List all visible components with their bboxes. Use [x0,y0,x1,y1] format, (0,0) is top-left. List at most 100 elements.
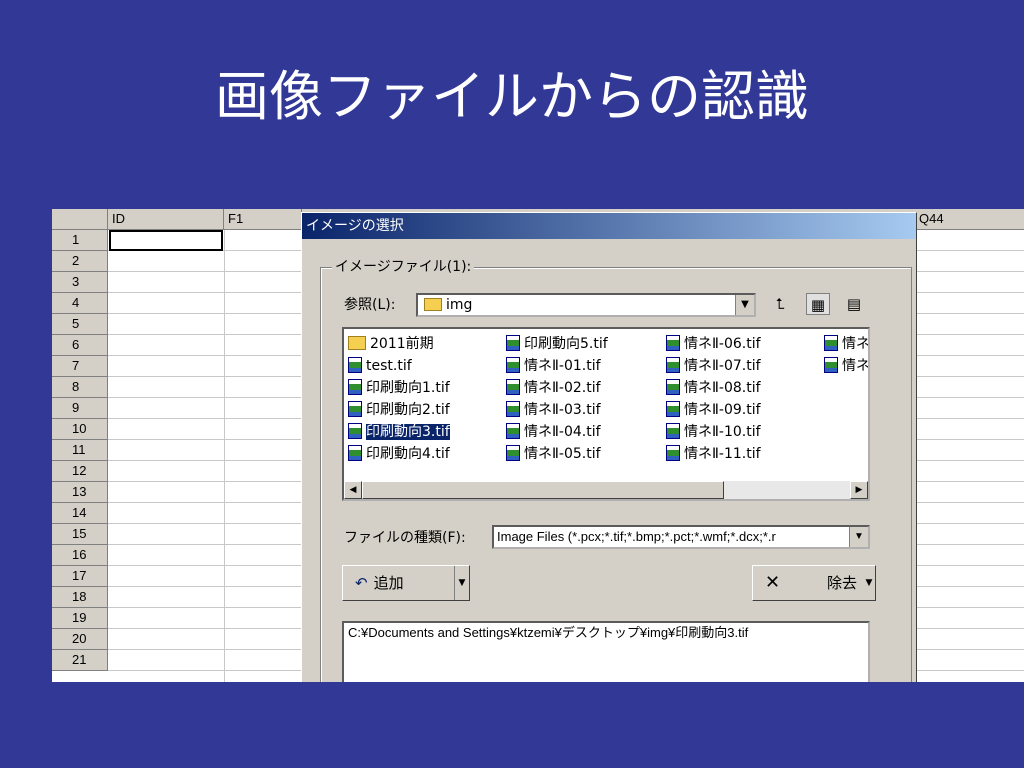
row-number[interactable]: 10 [52,419,108,440]
image-file-icon [666,379,680,395]
row-number[interactable]: 19 [52,608,108,629]
file-list-item[interactable]: 情ネⅡ-10.tif [666,421,761,443]
file-list-item[interactable]: 情ネ [824,333,868,355]
row-number[interactable]: 17 [52,566,108,587]
image-file-icon [348,379,362,395]
file-list-item[interactable]: 2011前期 [348,333,434,355]
row-number[interactable]: 11 [52,440,108,461]
row-number[interactable]: 7 [52,356,108,377]
image-file-icon [506,379,520,395]
dialog-title: イメージの選択 [306,218,404,234]
corner-cell[interactable] [52,209,108,229]
screenshot-area: ID F1 Q44 1 2 3 4 5 6 7 8 9 10 11 12 13 14 15 16 17 18 19 2… [52,209,1024,682]
row-number[interactable]: 6 [52,335,108,356]
column-header-f1[interactable]: F1 [224,209,302,229]
row-number[interactable]: 8 [52,377,108,398]
file-name: 情ネⅡ-06.tif [684,336,761,352]
file-name: 印刷動向1.tif [366,380,450,396]
row-number[interactable]: 4 [52,293,108,314]
row-number[interactable]: 12 [52,461,108,482]
scrollbar-thumb[interactable] [362,481,724,499]
file-list-item[interactable]: 情ネⅡ-03.tif [506,399,601,421]
image-file-icon [348,445,362,461]
close-icon: ✕ [765,572,781,593]
file-list-item[interactable]: 情ネⅡ-02.tif [506,377,601,399]
file-name: 2011前期 [370,336,434,352]
file-list-item[interactable]: 情ネⅡ-05.tif [506,443,601,465]
row-number[interactable]: 16 [52,545,108,566]
image-select-dialog: イメージの選択 イメージファイル(1): 参照(L): img ▼ ⮤ ▦ ▤ … [301,212,917,682]
folder-icon [348,336,366,350]
file-list-item[interactable]: 情ネⅡ-08.tif [666,377,761,399]
scroll-left-icon[interactable]: ◀ [344,481,362,499]
lookin-value: img [446,297,473,313]
up-folder-icon[interactable]: ⮤ [768,293,792,315]
chevron-down-icon[interactable]: ▼ [849,527,868,547]
file-name: 情ネⅡ-08.tif [684,380,761,396]
image-file-icon [666,445,680,461]
file-name: 印刷動向4.tif [366,446,450,462]
image-file-icon [666,335,680,351]
file-list-item[interactable]: 情ネⅡ-04.tif [506,421,601,443]
file-list-item[interactable]: 印刷動向3.tif [348,421,451,443]
file-list-item[interactable]: 印刷動向1.tif [348,377,450,399]
row-number[interactable]: 5 [52,314,108,335]
remove-button[interactable]: ✕ 除去 ▼ [752,565,876,601]
file-list-item[interactable]: 印刷動向2.tif [348,399,450,421]
file-list-item[interactable]: 印刷動向4.tif [348,443,450,465]
file-list-item[interactable]: 情ネⅡ-11.tif [666,443,761,465]
lookin-label: 参照(L): [344,297,396,313]
row-number[interactable]: 15 [52,524,108,545]
image-file-icon [506,357,520,373]
path-field[interactable]: C:¥Documents and Settings¥ktzemi¥デスクトップ¥… [342,621,870,682]
row-number[interactable]: 2 [52,251,108,272]
add-dropdown-icon[interactable]: ▼ [454,566,469,600]
image-file-group-label: イメージファイル(1): [332,257,475,277]
image-file-icon [506,423,520,439]
lookin-combo[interactable]: img ▼ [416,293,756,317]
file-name: 印刷動向2.tif [366,402,450,418]
file-name: 情ネⅡ-09.tif [684,402,761,418]
file-name: test.tif [366,358,412,374]
horizontal-scrollbar[interactable]: ◀ ▶ [344,481,868,499]
file-name: 情ネⅡ-10.tif [684,424,761,440]
slide-title: 画像ファイルからの認識 [215,65,809,128]
file-list-item[interactable]: 情ネⅡ-07.tif [666,355,761,377]
file-list-item[interactable]: 情ネⅡ-09.tif [666,399,761,421]
file-list-item[interactable]: 情ネⅡ-06.tif [666,333,761,355]
file-list-item[interactable]: test.tif [348,355,412,377]
active-cell[interactable] [109,230,223,251]
details-view-icon[interactable]: ▤ [842,293,866,315]
filetype-label: ファイルの種類(F): [344,530,466,546]
file-name: 情ネⅡ-11.tif [684,446,761,462]
scroll-right-icon[interactable]: ▶ [850,481,868,499]
row-number[interactable]: 18 [52,587,108,608]
file-list-item[interactable]: 印刷動向5.tif [506,333,608,355]
remove-dropdown-icon[interactable]: ▼ [863,566,875,600]
row-number[interactable]: 21 [52,650,108,671]
column-header-id[interactable]: ID [108,209,224,229]
image-file-icon [666,423,680,439]
row-number[interactable]: 20 [52,629,108,650]
file-list-item[interactable]: 情ネⅡ-01.tif [506,355,601,377]
list-view-icon[interactable]: ▦ [806,293,830,315]
row-number[interactable]: 13 [52,482,108,503]
file-name: 印刷動向5.tif [524,336,608,352]
row-number[interactable]: 9 [52,398,108,419]
file-list[interactable]: ◀ ▶ 2011前期 test.tif 印刷動向1.tif 印刷動向2.tif 印刷動向… [342,327,870,501]
chevron-down-icon[interactable]: ▼ [735,295,754,315]
add-button-label: 追加 [373,574,404,592]
add-button[interactable]: ↶ 追加 ▼ [342,565,470,601]
row-number[interactable]: 14 [52,503,108,524]
filetype-combo[interactable]: Image Files (*.pcx;*.tif;*.bmp;*.pct;*.w… [492,525,870,549]
file-list-item[interactable]: 情ネ [824,355,868,377]
column-header-q44[interactable]: Q44 [915,209,1024,229]
row-number[interactable]: 1 [52,230,108,251]
filetype-value: Image Files (*.pcx;*.tif;*.bmp;*.pct;*.w… [497,529,776,544]
image-file-icon [824,335,838,351]
dialog-titlebar[interactable]: イメージの選択 [302,213,916,239]
file-name: 情ネⅡ-07.tif [684,358,761,374]
image-file-icon [348,401,362,417]
row-number[interactable]: 3 [52,272,108,293]
image-file-icon [666,357,680,373]
